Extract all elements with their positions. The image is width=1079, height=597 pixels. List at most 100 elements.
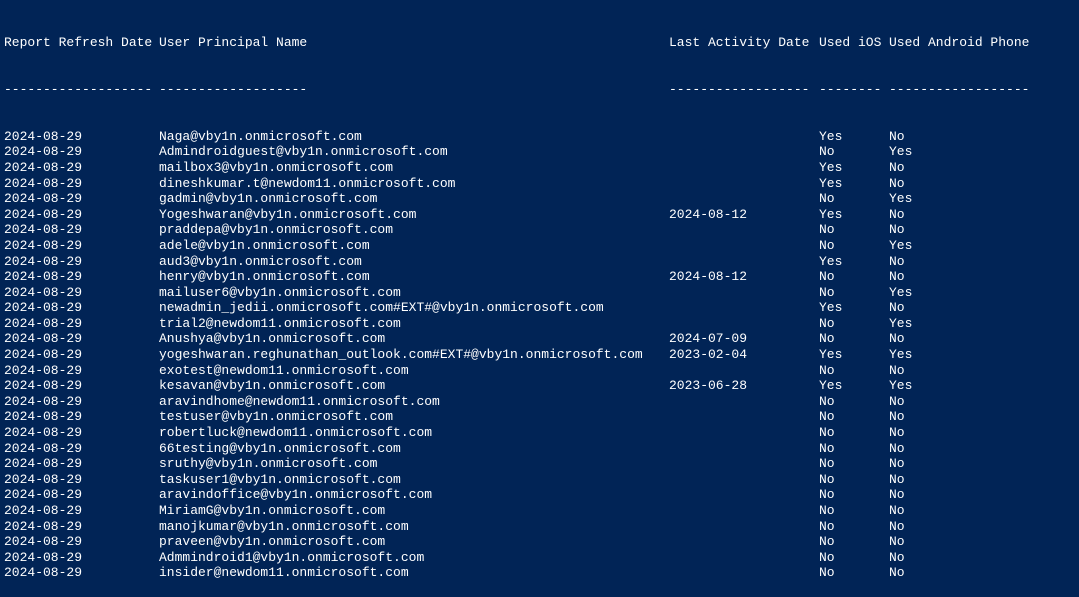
- cell-upn: henry@vby1n.onmicrosoft.com: [159, 269, 669, 285]
- cell-used-android: No: [889, 160, 1039, 176]
- table-row: 2024-08-29sruthy@vby1n.onmicrosoft.comNo…: [4, 456, 1075, 472]
- cell-refresh-date: 2024-08-29: [4, 565, 159, 581]
- cell-used-android: No: [889, 472, 1039, 488]
- cell-last-activity: [669, 550, 819, 566]
- cell-used-android: No: [889, 331, 1039, 347]
- table-row: 2024-08-29Anushya@vby1n.onmicrosoft.com2…: [4, 331, 1075, 347]
- cell-last-activity: [669, 472, 819, 488]
- table-row: 2024-08-29praveen@vby1n.onmicrosoft.com N…: [4, 534, 1075, 550]
- table-row: 2024-08-29aud3@vby1n.onmicrosoft.comYesN…: [4, 254, 1075, 270]
- cell-refresh-date: 2024-08-29: [4, 347, 159, 363]
- cell-upn: dineshkumar.t@newdom11.onmicrosoft.com: [159, 176, 669, 192]
- cell-last-activity: [669, 456, 819, 472]
- cell-used-android: No: [889, 550, 1039, 566]
- cell-upn: trial2@newdom11.onmicrosoft.com: [159, 316, 669, 332]
- cell-used-ios: No: [819, 269, 889, 285]
- cell-refresh-date: 2024-08-29: [4, 331, 159, 347]
- table-row: 2024-08-29yogeshwaran.reghunathan_outloo…: [4, 347, 1075, 363]
- cell-refresh-date: 2024-08-29: [4, 363, 159, 379]
- table-row: 2024-08-29praddepa@vby1n.onmicrosoft.com…: [4, 222, 1075, 238]
- cell-last-activity: [669, 425, 819, 441]
- cell-used-ios: No: [819, 316, 889, 332]
- cell-upn: Admindroidguest@vby1n.onmicrosoft.com: [159, 144, 669, 160]
- cell-used-ios: Yes: [819, 347, 889, 363]
- cell-upn: robertluck@newdom11.onmicrosoft.com: [159, 425, 669, 441]
- cell-used-android: No: [889, 487, 1039, 503]
- cell-used-android: No: [889, 425, 1039, 441]
- cell-upn: aravindoffice@vby1n.onmicrosoft.com: [159, 487, 669, 503]
- cell-used-android: Yes: [889, 191, 1039, 207]
- cell-used-ios: No: [819, 534, 889, 550]
- header-used-ios: Used iOS: [819, 35, 889, 51]
- cell-last-activity: [669, 487, 819, 503]
- table-row: 2024-08-29testuser@vby1n.onmicrosoft.com…: [4, 409, 1075, 425]
- cell-last-activity: [669, 565, 819, 581]
- cell-used-ios: No: [819, 456, 889, 472]
- cell-last-activity: 2023-06-28: [669, 378, 819, 394]
- cell-used-android: No: [889, 363, 1039, 379]
- cell-used-ios: Yes: [819, 129, 889, 145]
- cell-last-activity: [669, 160, 819, 176]
- cell-upn: kesavan@vby1n.onmicrosoft.com: [159, 378, 669, 394]
- table-row: 2024-08-29aravindhome@newdom11.onmicroso…: [4, 394, 1075, 410]
- cell-used-ios: No: [819, 394, 889, 410]
- cell-used-ios: Yes: [819, 300, 889, 316]
- separator-refresh-date: -------------------: [4, 82, 159, 98]
- cell-used-android: No: [889, 269, 1039, 285]
- cell-upn: praveen@vby1n.onmicrosoft.com: [159, 534, 669, 550]
- table-row: 2024-08-29exotest@newdom11.onmicrosoft.c…: [4, 363, 1075, 379]
- cell-used-ios: No: [819, 550, 889, 566]
- cell-last-activity: [669, 363, 819, 379]
- cell-used-ios: No: [819, 565, 889, 581]
- cell-used-ios: No: [819, 363, 889, 379]
- cell-refresh-date: 2024-08-29: [4, 285, 159, 301]
- table-row: 2024-08-2966testing@vby1n.onmicrosoft.co…: [4, 441, 1075, 457]
- cell-used-android: Yes: [889, 347, 1039, 363]
- cell-upn: Anushya@vby1n.onmicrosoft.com: [159, 331, 669, 347]
- cell-upn: mailuser6@vby1n.onmicrosoft.com: [159, 285, 669, 301]
- cell-last-activity: 2023-02-04: [669, 347, 819, 363]
- cell-refresh-date: 2024-08-29: [4, 222, 159, 238]
- cell-used-android: No: [889, 394, 1039, 410]
- cell-last-activity: [669, 409, 819, 425]
- cell-upn: newadmin_jedii.onmicrosoft.com#EXT#@vby1…: [159, 300, 669, 316]
- cell-refresh-date: 2024-08-29: [4, 425, 159, 441]
- cell-last-activity: [669, 441, 819, 457]
- table-row: 2024-08-29newadmin_jedii.onmicrosoft.com…: [4, 300, 1075, 316]
- cell-last-activity: [669, 238, 819, 254]
- header-used-android: Used Android Phone: [889, 35, 1039, 51]
- cell-used-ios: Yes: [819, 378, 889, 394]
- cell-used-android: No: [889, 222, 1039, 238]
- separator-last-activity: ------------------: [669, 82, 819, 98]
- cell-upn: Yogeshwaran@vby1n.onmicrosoft.com: [159, 207, 669, 223]
- table-row: 2024-08-29Naga@vby1n.onmicrosoft.comYesN…: [4, 129, 1075, 145]
- table-row: 2024-08-29robertluck@newdom11.onmicrosof…: [4, 425, 1075, 441]
- cell-upn: testuser@vby1n.onmicrosoft.com: [159, 409, 669, 425]
- cell-used-android: No: [889, 254, 1039, 270]
- cell-used-ios: No: [819, 472, 889, 488]
- cell-refresh-date: 2024-08-29: [4, 378, 159, 394]
- cell-refresh-date: 2024-08-29: [4, 300, 159, 316]
- cell-refresh-date: 2024-08-29: [4, 534, 159, 550]
- cell-used-android: No: [889, 176, 1039, 192]
- cell-last-activity: 2024-08-12: [669, 269, 819, 285]
- cell-last-activity: [669, 300, 819, 316]
- cell-used-android: No: [889, 534, 1039, 550]
- cell-last-activity: [669, 316, 819, 332]
- separator-used-ios: --------: [819, 82, 889, 98]
- table-header-row: Report Refresh Date User Principal Name …: [4, 35, 1075, 51]
- table-row: 2024-08-29Admindroidguest@vby1n.onmicros…: [4, 144, 1075, 160]
- cell-refresh-date: 2024-08-29: [4, 503, 159, 519]
- header-last-activity: Last Activity Date: [669, 35, 819, 51]
- cell-last-activity: [669, 129, 819, 145]
- cell-upn: 66testing@vby1n.onmicrosoft.com: [159, 441, 669, 457]
- table-row: 2024-08-29adele@vby1n.onmicrosoft.comNoY…: [4, 238, 1075, 254]
- cell-used-android: Yes: [889, 316, 1039, 332]
- cell-upn: gadmin@vby1n.onmicrosoft.com: [159, 191, 669, 207]
- cell-refresh-date: 2024-08-29: [4, 456, 159, 472]
- cell-refresh-date: 2024-08-29: [4, 238, 159, 254]
- cell-refresh-date: 2024-08-29: [4, 129, 159, 145]
- cell-used-ios: No: [819, 285, 889, 301]
- cell-refresh-date: 2024-08-29: [4, 144, 159, 160]
- table-row: 2024-08-29aravindoffice@vby1n.onmicrosof…: [4, 487, 1075, 503]
